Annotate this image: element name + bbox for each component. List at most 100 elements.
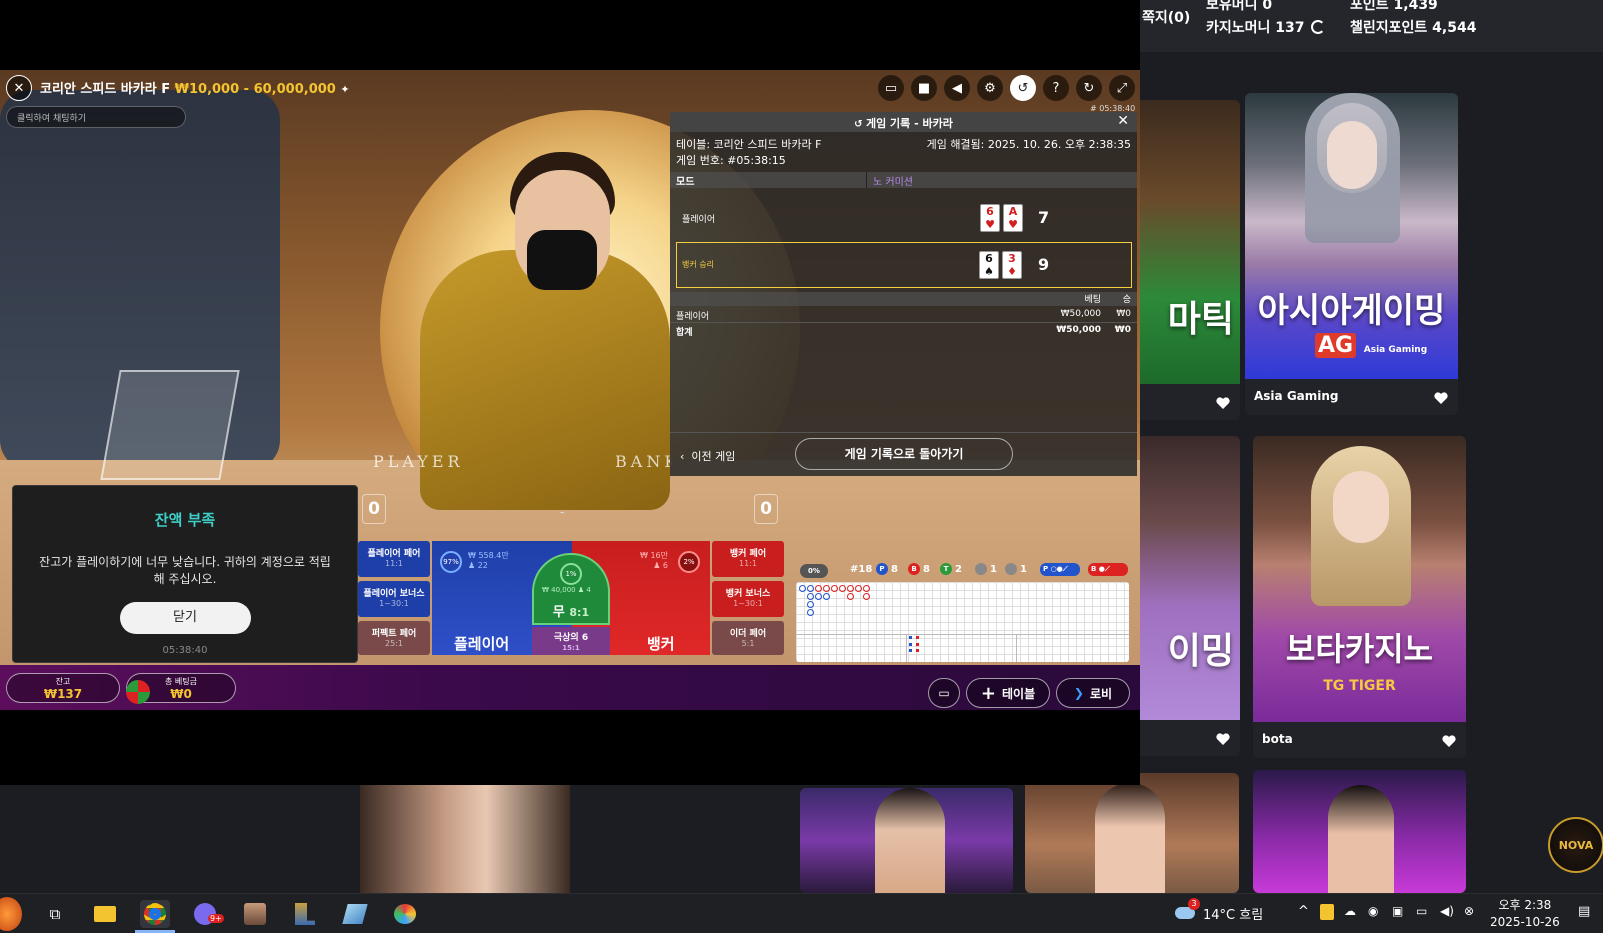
heart-icon[interactable] bbox=[1216, 733, 1230, 746]
banker-total: 9 bbox=[1038, 255, 1050, 274]
chrome-icon[interactable] bbox=[140, 900, 170, 928]
banker-predict-button[interactable]: B ●⟋ bbox=[1088, 563, 1128, 576]
game-app-icon[interactable] bbox=[240, 900, 270, 928]
player-bonus-bet[interactable]: 플레이어 보너스 1~30:1 bbox=[358, 581, 430, 617]
network-icon[interactable]: ▭ bbox=[1416, 904, 1427, 918]
notes-link[interactable]: 쪽지(0) bbox=[1142, 7, 1190, 27]
add-table-button[interactable]: + 테이블 bbox=[966, 678, 1050, 708]
lobby-swap-icon[interactable]: ↻ bbox=[1076, 75, 1102, 101]
display-icon[interactable]: ▣ bbox=[1392, 904, 1403, 918]
dialog-time: 05:38:40 bbox=[162, 645, 208, 656]
ag-logo: AG Asia Gaming bbox=[1315, 333, 1427, 358]
site-header: 쪽지(0) 보유머니 0 카지노머니 137 포인트 1,439 챌린지포인트 … bbox=[1140, 0, 1603, 52]
banker-bonus-bet[interactable]: 뱅커 보너스 1~30:1 bbox=[712, 581, 784, 617]
game-card-6[interactable] bbox=[1025, 773, 1239, 893]
player-percent: 97% bbox=[440, 551, 462, 573]
bead-road bbox=[796, 582, 1129, 662]
game-card-asia-gaming[interactable]: 아시아게이밍 AG Asia Gaming Asia Gaming bbox=[1245, 93, 1458, 415]
game-card-7[interactable] bbox=[1253, 770, 1466, 893]
model-face-inner bbox=[1327, 121, 1377, 189]
casino-money: 카지노머니 137 bbox=[1206, 17, 1325, 37]
league-app-icon[interactable] bbox=[290, 900, 320, 928]
banker-pair-dot bbox=[1005, 563, 1017, 575]
taskbar: ⧉ 9+ 14°C 흐림 3 ^ ☁ ◉ ▣ ▭ ◀) ⊗ 오후 2:38 202… bbox=[0, 893, 1603, 933]
player-pair-bet[interactable]: 플레이어 페어 11:1 bbox=[358, 541, 430, 577]
model-image bbox=[875, 788, 945, 893]
banker-pair-bet[interactable]: 뱅커 페어 11:1 bbox=[712, 541, 784, 577]
history-resolved-time: 게임 해결됨: 2025. 10. 26. 오후 2:38:35 bbox=[926, 138, 1131, 151]
perfect-pair-bet[interactable]: 퍼펙트 페어 25:1 bbox=[358, 621, 430, 655]
clock[interactable]: 오후 2:38 2025-10-26 bbox=[1490, 897, 1560, 931]
player-predict-button[interactable]: P ○●⟋ bbox=[1040, 563, 1080, 576]
file-explorer-icon[interactable] bbox=[90, 900, 120, 928]
steam-icon[interactable]: ◉ bbox=[1368, 904, 1378, 918]
paint-app-icon[interactable] bbox=[390, 900, 420, 928]
bets-header-row: 베팅 승 bbox=[670, 292, 1137, 306]
game-card-art-text: 보타카지노 bbox=[1285, 630, 1434, 668]
game-card-5[interactable] bbox=[800, 788, 1013, 893]
history-game-number: 게임 번호: #05:38:15 bbox=[676, 154, 786, 167]
video-camera-icon[interactable]: ■ bbox=[911, 75, 937, 101]
super-six-bet[interactable]: 극상의 6 15:1 bbox=[532, 627, 610, 655]
chip-icon[interactable] bbox=[126, 680, 150, 704]
player-score: 0 bbox=[362, 494, 386, 524]
heart-icon[interactable] bbox=[1434, 392, 1448, 405]
gear-icon[interactable]: ⚙ bbox=[977, 75, 1003, 101]
lobby-button[interactable]: ❯ 로비 bbox=[1056, 678, 1130, 708]
chat-icon[interactable]: ▭ bbox=[878, 75, 904, 101]
refresh-icon[interactable] bbox=[1310, 20, 1325, 34]
lock-icon[interactable] bbox=[1320, 904, 1334, 920]
banker-label: 뱅커 bbox=[647, 635, 675, 653]
previous-game-link[interactable]: ‹ 이전 게임 bbox=[680, 448, 735, 464]
close-dialog-button[interactable]: 닫기 bbox=[119, 602, 251, 634]
fullscreen-icon[interactable]: ⤢ bbox=[1109, 75, 1135, 101]
start-app-icon[interactable] bbox=[0, 897, 22, 931]
bet-total-row: 합계 ₩50,000 ₩0 bbox=[676, 325, 1131, 338]
mode-value: 노 커미션 bbox=[873, 177, 913, 188]
tie-bet[interactable]: 1% ₩ 40,000 ♟ 4 무 8:1 bbox=[532, 553, 610, 625]
history-icon[interactable]: ↺ bbox=[1010, 75, 1036, 101]
chat-toggle-icon[interactable]: ▭ bbox=[928, 678, 960, 708]
history-header: ↺ 게임 기록 - 바카라 ✕ bbox=[670, 112, 1137, 132]
road-toggle[interactable]: 0% bbox=[800, 564, 828, 578]
chevron-up-icon[interactable]: ^ bbox=[1298, 904, 1309, 919]
banker-score: 0 bbox=[754, 494, 778, 524]
felt-player-label: PLAYER bbox=[373, 452, 464, 471]
playing-card: 6 ♥ bbox=[980, 204, 1000, 232]
notepad-app-icon[interactable] bbox=[340, 900, 370, 928]
balance-display: 잔고 ₩137 bbox=[6, 673, 120, 703]
lobby-icon: ❯ bbox=[1073, 686, 1084, 700]
player-bettor-count: ♟ 22 bbox=[468, 561, 488, 570]
either-pair-bet[interactable]: 이더 페어 5:1 bbox=[712, 621, 784, 655]
video-card-shoe bbox=[100, 370, 240, 480]
banker-bettor-count: ♟ 6 bbox=[653, 561, 668, 570]
game-card-name: bota bbox=[1262, 732, 1293, 746]
heart-icon[interactable] bbox=[1216, 397, 1230, 410]
volume-icon[interactable]: ◀ bbox=[944, 75, 970, 101]
close-icon[interactable]: ✕ bbox=[1117, 113, 1129, 129]
volume-icon[interactable]: ◀) bbox=[1440, 904, 1454, 918]
history-icon: ↺ bbox=[854, 119, 866, 130]
game-card-art: 아시아게이밍 AG Asia Gaming bbox=[1245, 93, 1458, 379]
task-view-icon[interactable]: ⧉ bbox=[40, 900, 70, 928]
notification-icon[interactable]: ▤ bbox=[1578, 904, 1590, 919]
game-card-art-text: 아시아게이밍 bbox=[1257, 291, 1446, 331]
model-image bbox=[1095, 783, 1165, 893]
heart-icon[interactable] bbox=[1442, 735, 1456, 748]
road-stats: 0% #18 P 8 B 8 T 2 1 1 P ○●⟋ B ●⟋ bbox=[800, 563, 1130, 579]
close-circle-icon[interactable]: ⊗ bbox=[1464, 904, 1474, 918]
dialog-title: 잔액 부족 bbox=[154, 511, 216, 529]
help-icon[interactable]: ? bbox=[1043, 75, 1069, 101]
felt-banker-label: BANKER bbox=[615, 452, 672, 471]
chat-input[interactable]: 클릭하여 채팅하기 bbox=[6, 106, 186, 128]
back-to-history-button[interactable]: 게임 기록으로 돌아가기 bbox=[795, 438, 1013, 470]
messenger-icon[interactable]: 9+ bbox=[190, 900, 224, 928]
nova-logo[interactable]: NOVA bbox=[1548, 817, 1603, 873]
game-card-name: Asia Gaming bbox=[1254, 389, 1339, 403]
weather-badge: 3 bbox=[1188, 898, 1200, 910]
onedrive-icon[interactable]: ☁ bbox=[1344, 904, 1356, 918]
mode-row: 모드 노 커미션 bbox=[670, 172, 1137, 188]
game-card-bota[interactable]: 보타카지노 TG TIGER bota bbox=[1253, 436, 1466, 758]
close-icon[interactable]: ✕ bbox=[6, 75, 32, 101]
banker-percent: 2% bbox=[678, 551, 700, 573]
